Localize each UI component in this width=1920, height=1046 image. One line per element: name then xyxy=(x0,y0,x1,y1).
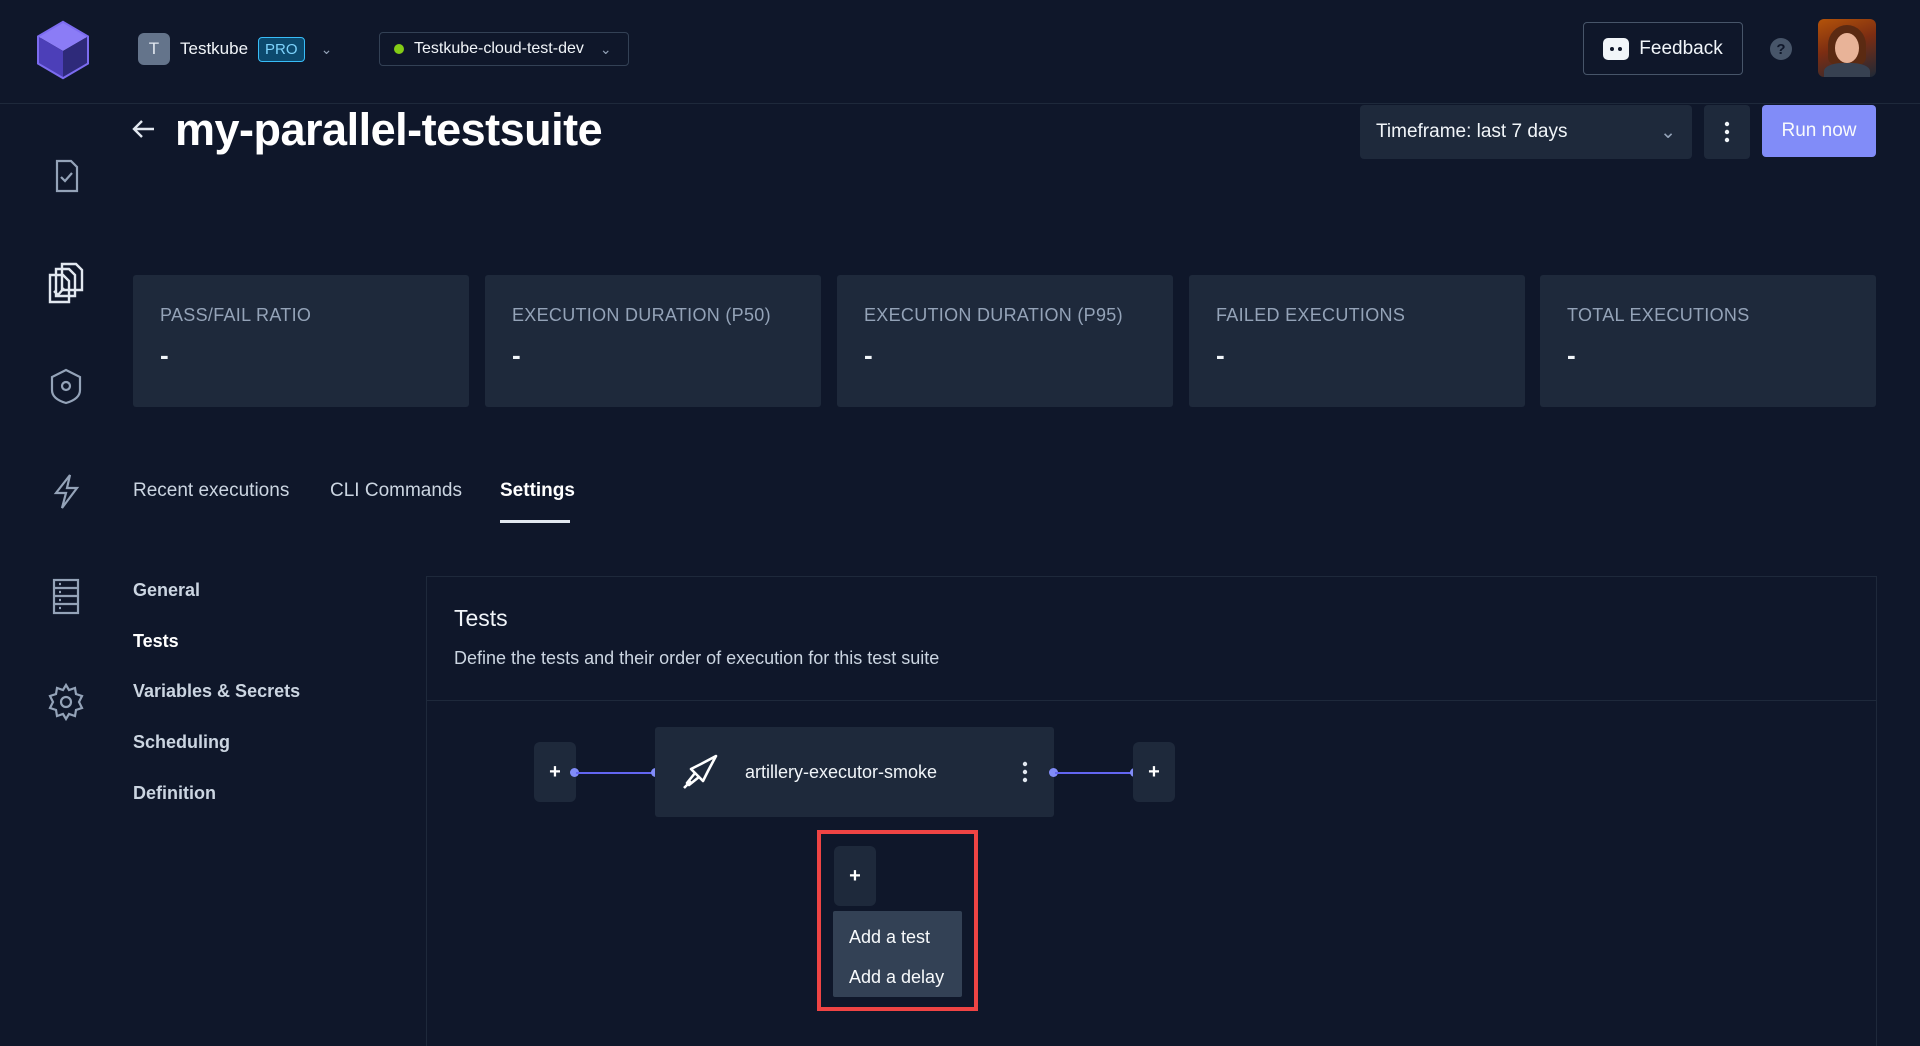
test-node[interactable]: artillery-executor-smoke xyxy=(655,727,1054,817)
connector-line xyxy=(576,772,658,774)
discord-icon xyxy=(1603,37,1630,60)
more-actions-button[interactable] xyxy=(1704,105,1750,159)
metric-label: EXECUTION DURATION (P50) xyxy=(512,305,771,325)
metric-label: PASS/FAIL RATIO xyxy=(160,305,312,325)
settings-gear-icon[interactable] xyxy=(46,682,86,722)
metric-label: TOTAL EXECUTIONS xyxy=(1567,305,1750,325)
metric-card: TOTAL EXECUTIONS - xyxy=(1540,275,1876,407)
run-now-button[interactable]: Run now xyxy=(1762,105,1876,157)
tab-settings[interactable]: Settings xyxy=(500,480,575,502)
add-menu: Add a test Add a delay xyxy=(833,911,962,997)
tests-panel-description: Define the tests and their order of exec… xyxy=(454,648,940,668)
test-node-label: artillery-executor-smoke xyxy=(745,761,938,782)
metric-value: - xyxy=(1567,340,1576,370)
tests-panel: Tests Define the tests and their order o… xyxy=(426,576,1877,1046)
plan-badge: PRO xyxy=(258,36,305,62)
settings-nav-tests[interactable]: Tests xyxy=(133,631,179,652)
tab-cli-commands[interactable]: CLI Commands xyxy=(330,480,462,502)
testkube-logo-icon[interactable] xyxy=(36,20,90,80)
org-switcher[interactable]: T Testkube PRO ⌄ xyxy=(138,32,332,66)
metric-card: EXECUTION DURATION (P95) - xyxy=(837,275,1173,407)
metric-value: - xyxy=(160,340,169,370)
settings-nav-scheduling[interactable]: Scheduling xyxy=(133,732,230,753)
test-suites-icon[interactable] xyxy=(44,260,88,306)
help-icon[interactable]: ? xyxy=(1770,38,1792,60)
metric-card: PASS/FAIL RATIO - xyxy=(133,275,469,407)
metric-value: - xyxy=(512,340,521,370)
org-name: Testkube xyxy=(180,39,249,58)
metric-card: EXECUTION DURATION (P50) - xyxy=(485,275,821,407)
add-after-button[interactable]: + xyxy=(1133,742,1175,802)
sidebar xyxy=(0,104,132,1046)
settings-nav-variables-secrets[interactable]: Variables & Secrets xyxy=(133,681,300,702)
menu-item-add-delay[interactable]: Add a delay xyxy=(833,957,962,997)
executors-shield-icon[interactable] xyxy=(46,366,86,406)
connector-line xyxy=(1055,772,1137,774)
menu-item-add-test[interactable]: Add a test xyxy=(833,917,962,957)
chevron-down-icon: ⌄ xyxy=(1660,121,1676,143)
add-parallel-button[interactable]: + xyxy=(834,846,876,906)
settings-nav-general[interactable]: General xyxy=(133,580,200,601)
org-avatar: T xyxy=(138,33,170,65)
environment-name: Testkube-cloud-test-dev xyxy=(414,40,584,57)
user-avatar[interactable] xyxy=(1818,19,1876,77)
metric-value: - xyxy=(864,340,873,370)
timeframe-select[interactable]: Timeframe: last 7 days ⌄ xyxy=(1360,105,1692,159)
top-bar: T Testkube PRO ⌄ Testkube-cloud-test-dev… xyxy=(0,0,1920,104)
status-dot-icon xyxy=(394,44,404,54)
artillery-icon xyxy=(683,754,718,789)
metric-value: - xyxy=(1216,340,1225,370)
chevron-down-icon: ⌄ xyxy=(320,40,333,57)
settings-nav-definition[interactable]: Definition xyxy=(133,783,216,804)
sources-list-icon[interactable] xyxy=(46,576,86,616)
triggers-lightning-icon[interactable] xyxy=(46,471,86,511)
tests-panel-title: Tests xyxy=(454,605,508,631)
test-file-icon[interactable] xyxy=(46,156,86,196)
chevron-down-icon: ⌄ xyxy=(599,40,612,57)
tab-recent-executions[interactable]: Recent executions xyxy=(133,480,289,502)
tests-panel-header: Tests Define the tests and their order o… xyxy=(427,577,1876,701)
metric-card: FAILED EXECUTIONS - xyxy=(1189,275,1525,407)
page-title: my-parallel-testsuite xyxy=(175,104,603,155)
metric-label: FAILED EXECUTIONS xyxy=(1216,305,1406,325)
active-tab-indicator xyxy=(500,520,570,523)
back-arrow-icon[interactable] xyxy=(130,115,158,143)
kebab-menu-icon xyxy=(1724,121,1730,143)
metric-label: EXECUTION DURATION (P95) xyxy=(864,305,1123,325)
timeframe-value: Timeframe: last 7 days xyxy=(1376,121,1568,142)
feedback-button[interactable]: Feedback xyxy=(1583,22,1743,75)
kebab-menu-icon[interactable] xyxy=(1022,761,1028,783)
feedback-label: Feedback xyxy=(1639,37,1723,59)
environment-switcher[interactable]: Testkube-cloud-test-dev ⌄ xyxy=(379,32,629,66)
